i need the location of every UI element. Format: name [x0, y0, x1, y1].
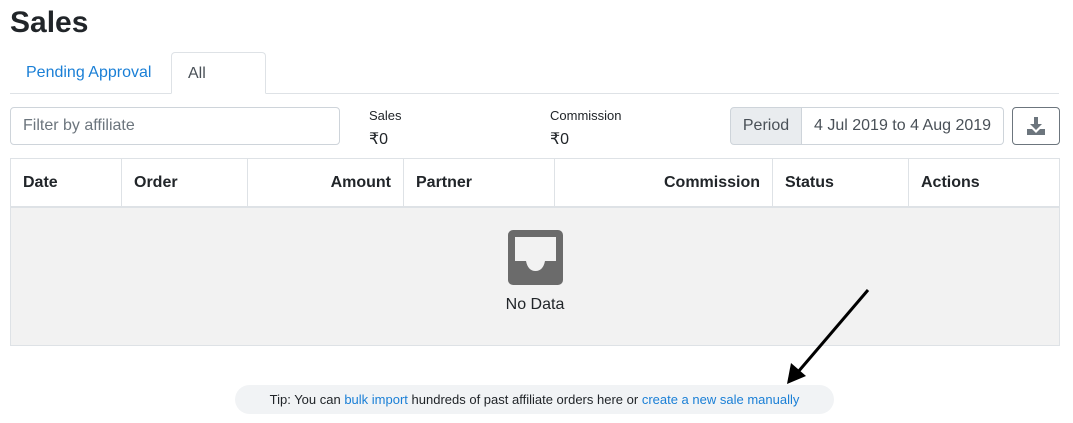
commission-stat-label: Commission	[550, 108, 622, 123]
bulk-import-link[interactable]: bulk import	[344, 392, 408, 407]
column-header-status[interactable]: Status	[773, 159, 909, 207]
download-icon	[1027, 117, 1045, 135]
table-header: Date Order Amount Partner Commission Sta…	[11, 159, 1059, 208]
period-picker: Period	[730, 107, 1004, 145]
period-label: Period	[730, 107, 802, 145]
no-data-text: No Data	[505, 296, 565, 313]
tip-banner: Tip: You can bulk import hundreds of pas…	[235, 385, 834, 414]
column-header-commission[interactable]: Commission	[555, 159, 773, 207]
tab-pending-approval[interactable]: Pending Approval	[10, 52, 170, 93]
period-date-range-input[interactable]	[802, 107, 1004, 145]
column-header-partner[interactable]: Partner	[404, 159, 555, 207]
tab-bar: Pending Approval All Sales	[10, 52, 1059, 123]
page-title: Sales	[10, 6, 89, 39]
column-header-date[interactable]: Date	[11, 159, 122, 207]
tip-prefix: Tip: You can	[269, 392, 345, 407]
affiliate-filter-input[interactable]	[10, 107, 340, 145]
column-header-actions[interactable]: Actions	[909, 159, 1059, 207]
tab-all-sales[interactable]: All Sales	[171, 52, 266, 123]
inbox-icon	[508, 230, 563, 285]
download-button[interactable]	[1012, 107, 1060, 145]
tip-middle: hundreds of past affiliate orders here o…	[407, 392, 642, 407]
column-header-amount[interactable]: Amount	[248, 159, 404, 207]
sales-stat-label: Sales	[369, 108, 402, 123]
table-empty-state: No Data	[11, 208, 1059, 345]
create-sale-manually-link[interactable]: create a new sale manually	[642, 392, 800, 407]
sales-table: Date Order Amount Partner Commission Sta…	[10, 158, 1060, 346]
commission-stat-value: ₹0	[550, 131, 570, 148]
column-header-order[interactable]: Order	[122, 159, 248, 207]
sales-stat-value: ₹0	[369, 131, 389, 148]
